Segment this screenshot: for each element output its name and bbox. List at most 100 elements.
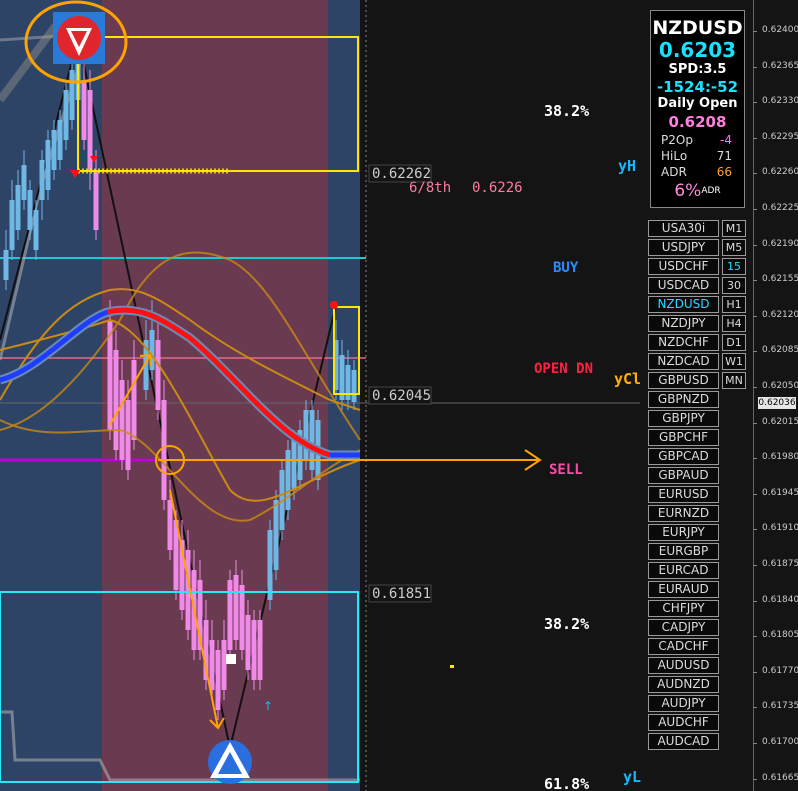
entry-marker <box>226 654 236 664</box>
candle-body <box>161 400 167 500</box>
candle-body <box>221 640 227 690</box>
axis-tick-mark <box>753 173 757 175</box>
symbol-button-usdchf[interactable]: USDCHF <box>648 258 719 275</box>
symbol-button-nzdjpy[interactable]: NZDJPY <box>648 315 719 332</box>
stat-label: P2Op <box>661 133 693 147</box>
timeframe-button-m5[interactable]: M5 <box>722 239 746 256</box>
candle-body <box>39 160 45 200</box>
stat-value: 71 <box>716 149 732 163</box>
candle-body <box>131 360 137 440</box>
timeframe-button-h1[interactable]: H1 <box>722 296 746 313</box>
symbol-button-audusd[interactable]: AUDUSD <box>648 657 719 674</box>
swing-high-dot <box>330 301 338 309</box>
axis-tick-mark <box>753 743 757 744</box>
symbol-button-eurgbp[interactable]: EURGBP <box>648 543 719 560</box>
sell-label: SELL <box>549 462 583 478</box>
axis-tick-mark <box>753 565 757 566</box>
symbol-button-euraud[interactable]: EURAUD <box>648 581 719 598</box>
axis-tick-mark <box>753 422 757 424</box>
candle-body <box>351 370 357 402</box>
axis-tick-label: 0.62155 <box>762 274 798 285</box>
symbol-button-audcad[interactable]: AUDCAD <box>648 733 719 750</box>
candle-body <box>303 410 309 460</box>
symbol-button-audjpy[interactable]: AUDJPY <box>648 695 719 712</box>
axis-tick-label: 0.62400 <box>762 25 798 35</box>
axis-tick-label: 0.62295 <box>762 131 798 142</box>
candle-body <box>69 70 75 120</box>
axis-tick-mark <box>753 671 757 673</box>
axis-tick-mark <box>753 493 757 495</box>
axis-tick-label: 0.61980 <box>762 452 798 463</box>
symbol-name: NZDUSD <box>652 17 743 39</box>
symbol-button-audchf[interactable]: AUDCHF <box>648 714 719 731</box>
timeframe-button-15[interactable]: 15 <box>722 258 746 275</box>
candle-body <box>3 250 9 280</box>
stat-label: HiLo <box>661 149 688 163</box>
candle-body <box>155 340 161 410</box>
symbol-button-nzdchf[interactable]: NZDCHF <box>648 334 719 351</box>
symbol-button-usdcad[interactable]: USDCAD <box>648 277 719 294</box>
axis-tick-mark <box>753 102 757 104</box>
symbol-button-gbpaud[interactable]: GBPAUD <box>648 467 719 484</box>
symbol-button-eurnzd[interactable]: EURNZD <box>648 505 719 522</box>
timeframe-button-30[interactable]: 30 <box>722 277 746 294</box>
timeframe-button-m1[interactable]: M1 <box>722 220 746 237</box>
axis-tick-mark <box>753 778 757 780</box>
symbol-button-chfjpy[interactable]: CHFJPY <box>648 600 719 617</box>
symbol-button-eurusd[interactable]: EURUSD <box>648 486 719 503</box>
symbol-button-gbpcad[interactable]: GBPCAD <box>648 448 719 465</box>
axis-tick-mark <box>753 600 757 602</box>
timeframe-button-h4[interactable]: H4 <box>722 315 746 332</box>
symbol-button-cadchf[interactable]: CADCHF <box>648 638 719 655</box>
candle-body <box>9 200 15 250</box>
symbol-button-audnzd[interactable]: AUDNZD <box>648 676 719 693</box>
axis-tick-label: 0.61945 <box>762 487 798 498</box>
spread: SPD:3.5 <box>668 62 727 77</box>
symbol-info-panel: NZDUSD 0.6203 SPD:3.5 -1524:-52 Daily Op… <box>650 10 745 208</box>
candle-body <box>245 615 251 670</box>
candle-body <box>45 140 51 190</box>
axis-tick-label: 0.62225 <box>762 203 798 213</box>
axis-tick-mark <box>753 66 757 68</box>
symbol-button-nzdusd[interactable]: NZDUSD <box>648 296 719 313</box>
symbol-button-gbpjpy[interactable]: GBPJPY <box>648 410 719 427</box>
symbol-button-nzdcad[interactable]: NZDCAD <box>648 353 719 370</box>
symbol-button-usa30i[interactable]: USA30i <box>648 220 719 237</box>
axis-tick-label: 0.62260 <box>762 167 798 178</box>
symbol-button-eurjpy[interactable]: EURJPY <box>648 524 719 541</box>
candle-body <box>81 80 87 140</box>
axis-tick-mark <box>753 458 757 460</box>
pinbar-up-icon <box>208 740 252 784</box>
points-change: -1524:-52 <box>656 78 739 96</box>
symbol-button-eurcad[interactable]: EURCAD <box>648 562 719 579</box>
candle-body <box>21 165 27 200</box>
axis-tick-mark <box>753 280 757 282</box>
yh-label: yH <box>618 157 636 175</box>
box-mid-price: 0.62045 <box>372 388 431 404</box>
small-yellow-mark <box>450 665 454 668</box>
candle-body <box>15 185 21 230</box>
symbol-button-gbpusd[interactable]: GBPUSD <box>648 372 719 389</box>
timeframe-button-mn[interactable]: MN <box>722 372 746 389</box>
timeframe-button-w1[interactable]: W1 <box>722 353 746 370</box>
fib-label-top: 38.2% <box>544 102 589 120</box>
axis-tick-label: 0.61770 <box>762 665 798 676</box>
symbol-button-usdjpy[interactable]: USDJPY <box>648 239 719 256</box>
symbol-button-gbpchf[interactable]: GBPCHF <box>648 429 719 446</box>
symbol-button-gbpnzd[interactable]: GBPNZD <box>648 391 719 408</box>
symbol-button-cadjpy[interactable]: CADJPY <box>648 619 719 636</box>
candle-body <box>57 120 63 160</box>
axis-tick-mark <box>753 529 757 531</box>
axis-tick-label: 0.61840 <box>762 594 798 605</box>
candle-body <box>267 530 273 600</box>
price-axis[interactable]: 0.62400 0.62365 0.62330 0.62295 0.62260 0.622… <box>753 0 798 791</box>
axis-tick-label: 0.61805 <box>762 630 798 641</box>
timeframe-button-d1[interactable]: D1 <box>722 334 746 351</box>
candle-body <box>251 620 257 680</box>
adr-percent-value: 6% <box>674 181 702 201</box>
buy-label: BUY <box>553 260 579 276</box>
candle-body <box>233 575 239 640</box>
session-zone-blue-left <box>0 0 102 791</box>
axis-tick-mark <box>753 209 757 210</box>
axis-tick-mark <box>753 244 757 246</box>
